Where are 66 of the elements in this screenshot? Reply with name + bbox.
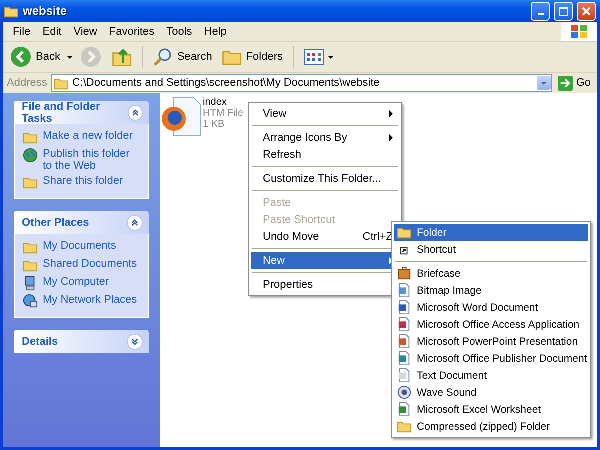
expand-icon[interactable] (127, 334, 143, 350)
minimize-icon (538, 13, 544, 15)
menu-item[interactable]: Help (198, 26, 233, 38)
window-title: website (23, 4, 68, 18)
task-link[interactable]: My Computer (43, 276, 110, 288)
flag-logo-icon (569, 23, 589, 40)
collapse-icon[interactable] (128, 104, 143, 120)
task-link[interactable]: My Documents (43, 240, 116, 252)
views-icon (304, 49, 324, 65)
menu-item[interactable]: Compressed (zipped) Folder (394, 418, 588, 435)
close-button[interactable] (577, 2, 596, 20)
document-icon (397, 402, 412, 417)
menu-item[interactable]: Microsoft PowerPoint Presentation (394, 333, 588, 350)
menu-item[interactable]: Microsoft Office Publisher Document (394, 350, 588, 367)
file-name[interactable]: index (203, 97, 244, 108)
go-button[interactable]: Go (556, 76, 593, 90)
menu-item[interactable]: Refresh (251, 146, 399, 163)
maximize-icon (559, 6, 568, 16)
search-icon (153, 47, 174, 67)
caret-icon[interactable] (67, 56, 74, 58)
menu-item[interactable]: Microsoft Office Access Application (394, 316, 588, 333)
menu-item[interactable]: Customize This Folder... (251, 170, 399, 187)
back-button[interactable]: Back (7, 44, 64, 70)
network-icon (23, 294, 38, 309)
document-icon (397, 317, 412, 332)
task-link[interactable]: Publish this folder to the Web (43, 148, 140, 172)
menu-item[interactable]: Text Document (394, 367, 588, 384)
menu-item[interactable]: Arrange Icons By (251, 129, 399, 146)
panel-header[interactable]: Details (14, 330, 149, 353)
speaker-icon (397, 385, 412, 400)
collapse-icon[interactable] (127, 214, 143, 230)
menu-item[interactable]: Edit (36, 26, 68, 38)
task-link[interactable]: Share this folder (43, 175, 124, 187)
panel-header[interactable]: Other Places (14, 211, 149, 234)
maximize-button[interactable] (554, 2, 573, 20)
web-page-icon[interactable] (162, 97, 202, 137)
address-label: Address (7, 77, 48, 89)
file-type: HTM File (203, 108, 244, 119)
menu-item[interactable]: File (7, 26, 37, 38)
menu-item[interactable]: View (251, 105, 399, 122)
search-button[interactable]: Search (150, 45, 216, 69)
menu-item[interactable]: Tools (160, 26, 198, 38)
menu-item[interactable]: Microsoft Excel Worksheet (394, 401, 588, 418)
menu-item[interactable]: Microsoft Word Document (394, 299, 588, 316)
panel-header[interactable]: File and Folder Tasks (14, 101, 149, 124)
menu-item[interactable]: Wave Sound (394, 384, 588, 401)
task-link[interactable]: My Network Places (43, 294, 138, 306)
document-icon (397, 368, 412, 383)
address-field[interactable]: C:\Documents and Settings\screenshot\My Documents\website (51, 74, 552, 92)
document-icon (397, 300, 412, 315)
task-link[interactable]: Make a new folder (43, 130, 133, 142)
document-icon (397, 334, 412, 349)
menu-item[interactable]: Favorites (103, 26, 161, 38)
document-icon (397, 283, 412, 298)
close-icon (582, 6, 591, 16)
up-folder-icon (112, 47, 132, 67)
task-link[interactable]: Shared Documents (43, 258, 138, 270)
folders-button[interactable]: Folders (219, 45, 286, 69)
minimize-button[interactable] (531, 2, 550, 20)
dropdown-icon[interactable] (537, 76, 552, 90)
briefcase-icon (397, 266, 412, 281)
globe-icon (23, 148, 38, 163)
file-size: 1 KB (203, 119, 226, 130)
menu-item[interactable]: Folder (394, 224, 588, 241)
document-icon (397, 351, 412, 366)
menu-item[interactable]: View (68, 26, 104, 38)
